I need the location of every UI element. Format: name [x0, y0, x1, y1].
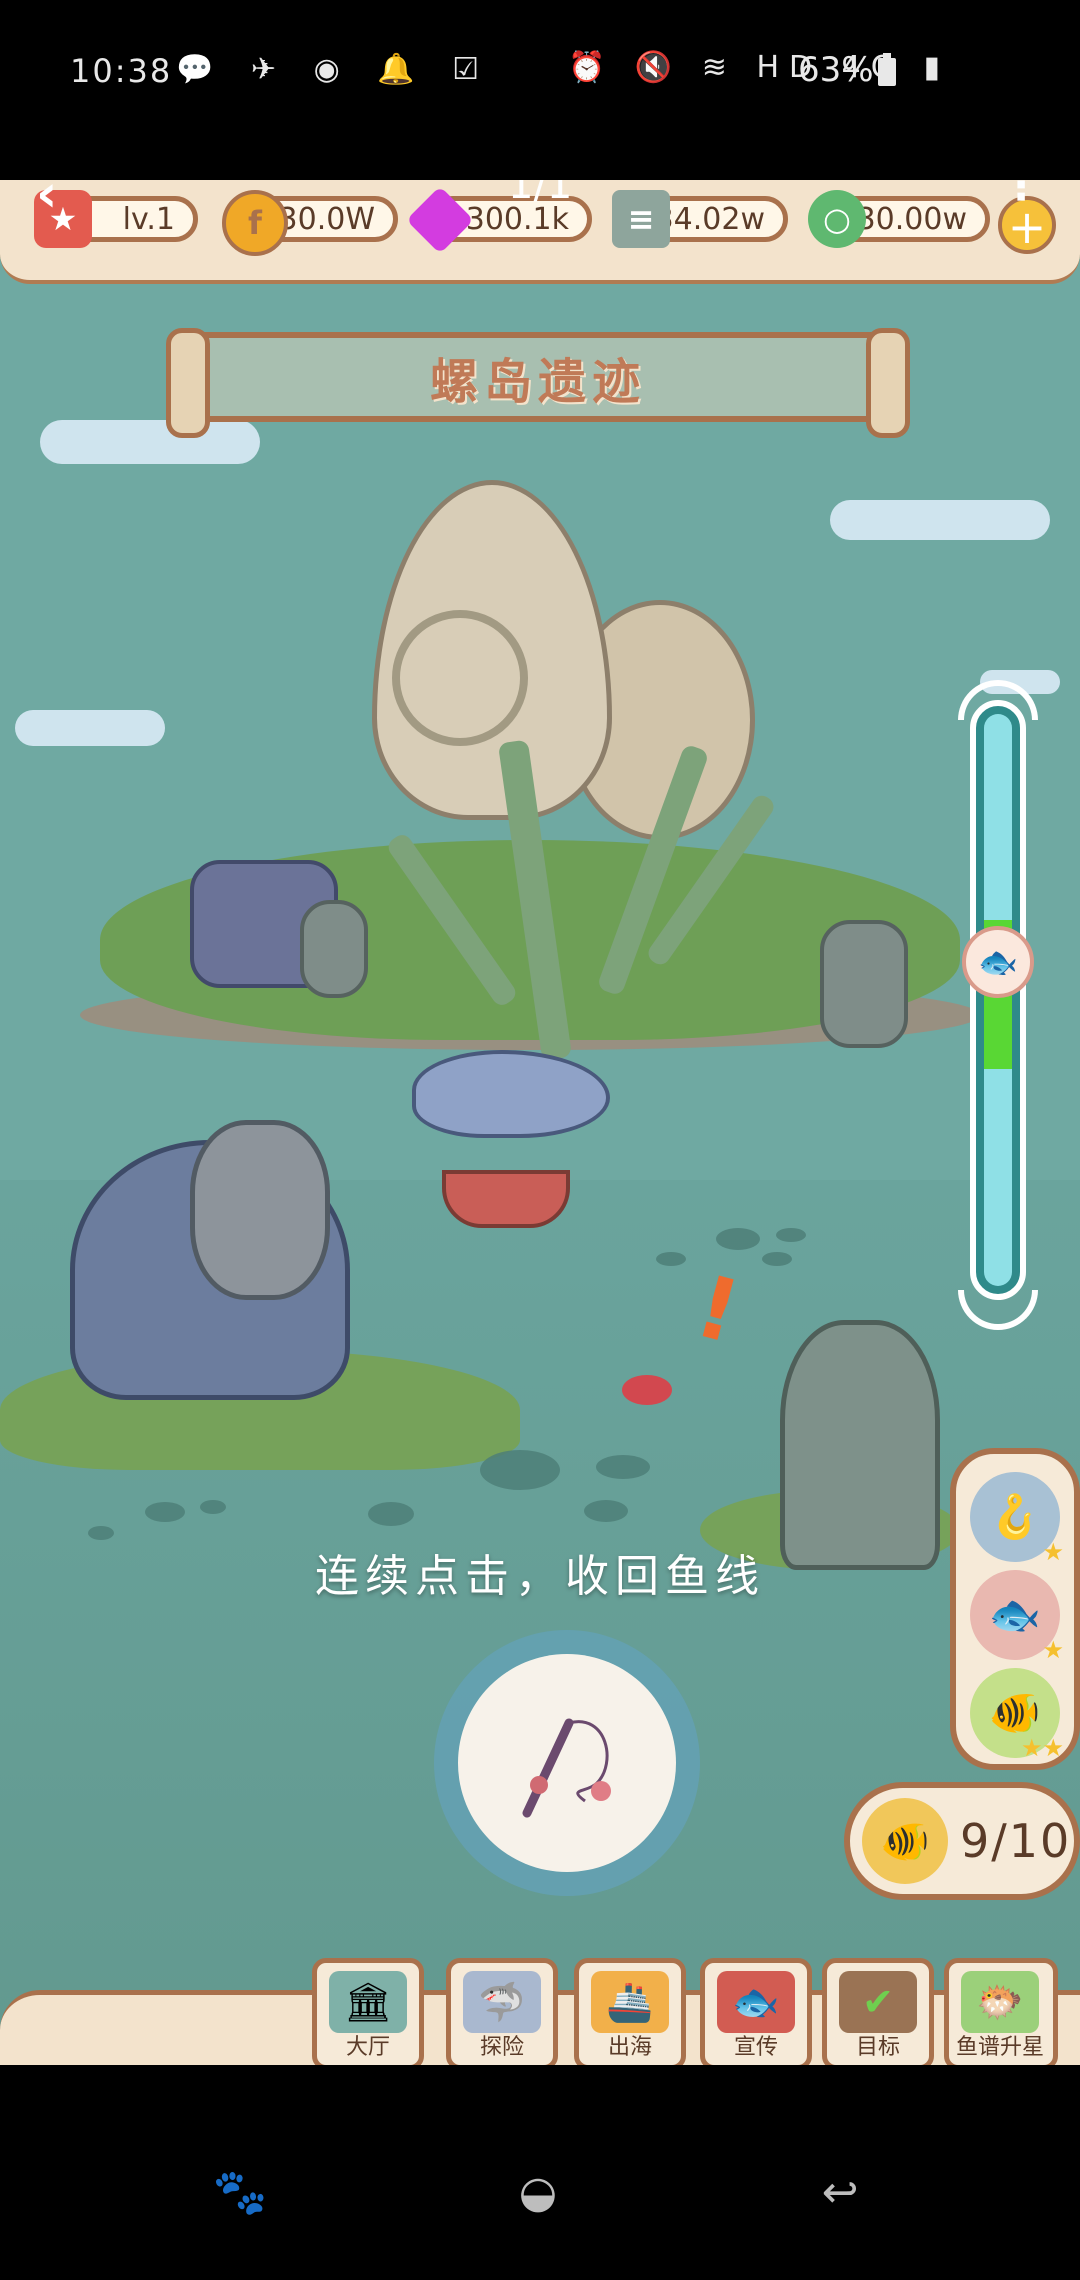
paw-icon[interactable]: 🐾 [212, 2165, 268, 2221]
menu-label: 探险 [479, 2035, 524, 2060]
hall-icon: 🏛 [329, 1971, 407, 2033]
instruction-text: 连续点击，收回鱼线 [315, 1551, 765, 1602]
rock [820, 920, 908, 1048]
catch-counter[interactable]: 🐠 9/10 [844, 1782, 1080, 1900]
fish-slot[interactable]: 🐟 ★ [970, 1570, 1064, 1664]
menu-label: 宣传 [733, 2035, 778, 2060]
system-nav-bar: 🐾 ◒ ↩ [0, 2065, 1080, 2280]
fish-shadow [716, 1228, 760, 1250]
more-options-icon[interactable]: ⋮ [1000, 180, 1042, 209]
statue-head [190, 1120, 330, 1300]
fish-shadow [596, 1455, 650, 1479]
home-cat-icon[interactable]: ◒ [510, 2165, 566, 2221]
fish-guide-icon: 🐡 [961, 1971, 1039, 2033]
checklist-icon: ✔ [839, 1971, 917, 2033]
books-icon: ≡ [612, 190, 670, 248]
menu-hall-button[interactable]: 🏛 大厅 [312, 1958, 424, 2065]
status-bar: 10:38 💬 ✈ ◉ 🔔 ☑ ⏰ 🔇 ≋ HD 4G ▮ 63% [0, 0, 1080, 180]
menu-goals-button[interactable]: ✔ 目标 [822, 1958, 934, 2065]
rainbow-fish-icon: 🐠 [988, 1688, 1042, 1737]
fish-shadow [200, 1500, 226, 1514]
cloud [830, 500, 1050, 540]
star-icon: ★ [1042, 1538, 1064, 1566]
location-title: 螺岛遗迹 [429, 354, 646, 410]
gauge-track [984, 714, 1012, 1286]
red-fish-icon: 🐟 [988, 1590, 1042, 1639]
game-scene[interactable]: ! lv.1 ★ 30.0W f 300.1k 234.02w ≡ 30.00w… [0, 180, 1080, 2065]
level-value: lv.1 [122, 201, 175, 237]
menu-fish-guide-button[interactable]: 🐡 鱼谱升星 [944, 1958, 1058, 2065]
coins-value: 30.0W [278, 201, 375, 237]
battery-icon [878, 53, 896, 86]
page-indicator: 1/1 [508, 180, 573, 208]
tension-gauge [970, 700, 1026, 1300]
fish-shadow [762, 1252, 792, 1266]
coin-icon: f [222, 190, 288, 256]
reel-in-button[interactable] [458, 1654, 676, 1872]
rock [300, 900, 368, 998]
star-icon: ★★ [1020, 1734, 1064, 1762]
fish-slot[interactable]: 🐠 ★★ [970, 1668, 1064, 1762]
menu-label: 大厅 [345, 2035, 390, 2060]
fish-shadow [480, 1450, 560, 1490]
fish-shadow [656, 1252, 686, 1266]
status-time: 10:38 [70, 52, 173, 90]
fish-shadow [88, 1526, 114, 1540]
menu-label: 出海 [607, 2035, 652, 2060]
menu-promote-button[interactable]: 🐟 宣传 [700, 1958, 812, 2065]
menu-label: 鱼谱升星 [955, 2035, 1044, 2060]
ring-icon: ○ [808, 190, 866, 248]
shell-spiral [392, 610, 528, 746]
rings-value: 30.00w [856, 201, 967, 237]
fish-icon: 🐠 [862, 1798, 948, 1884]
back-cat-icon[interactable]: ↩ [812, 2165, 868, 2221]
star-icon: ★ [1042, 1636, 1064, 1664]
menu-label: 目标 [855, 2035, 900, 2060]
catch-count: 9/10 [960, 1814, 1072, 1868]
fish-shadow [584, 1500, 628, 1522]
menu-sail-button[interactable]: 🚢 出海 [574, 1958, 686, 2065]
battery-percent: 63% [798, 50, 874, 90]
fish-shadow [368, 1502, 414, 1526]
fish-shadow [145, 1502, 185, 1522]
fish-shadow [776, 1228, 806, 1242]
poster-icon: 🐟 [717, 1971, 795, 2033]
cloud [40, 420, 260, 464]
menu-explore-button[interactable]: 🦈 探险 [446, 1958, 558, 2065]
fish-position-marker: 🐟 [962, 926, 1034, 998]
target-fish-panel: 🪝 ★ 🐟 ★ 🐠 ★★ [950, 1448, 1080, 1770]
fish-slot[interactable]: 🪝 ★ [970, 1472, 1064, 1566]
back-icon[interactable]: ‹ [36, 180, 57, 224]
fishing-rod-icon [522, 1718, 611, 1818]
fishing-bobber [622, 1375, 672, 1405]
airship-gondola [442, 1170, 570, 1228]
explore-icon: 🦈 [463, 1971, 541, 2033]
hook-fish-icon: 🪝 [988, 1492, 1042, 1541]
location-banner: 螺岛遗迹 [166, 328, 910, 438]
submarine-icon: 🚢 [591, 1971, 669, 2033]
notification-icons: 💬 ✈ ◉ 🔔 ☑ [176, 52, 494, 87]
cloud [15, 710, 165, 746]
shark-airship-balloon [412, 1050, 610, 1138]
stone-pillar [780, 1320, 940, 1570]
